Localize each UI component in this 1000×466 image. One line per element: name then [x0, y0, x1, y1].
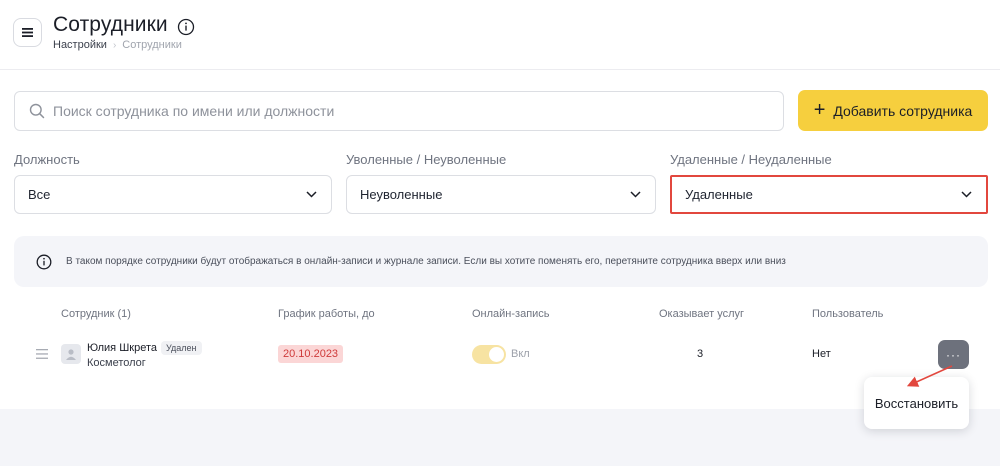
search-field[interactable]: [14, 91, 784, 131]
chevron-down-icon: [306, 191, 317, 198]
filter-deleted-value: Удаленные: [685, 187, 753, 202]
employee-role: Косметолог: [87, 357, 146, 369]
breadcrumb-parent[interactable]: Настройки: [53, 39, 107, 51]
column-header-employee[interactable]: Сотрудник (1): [61, 308, 131, 320]
search-input[interactable]: [53, 103, 753, 119]
info-icon[interactable]: [177, 18, 195, 36]
filter-fired-label: Уволенные / Неуволенные: [346, 152, 507, 167]
table-row[interactable]: Юлия Шкрета Удален Косметолог 20.10.2023…: [14, 330, 988, 380]
page-footer-area: [0, 409, 1000, 466]
breadcrumb: Настройки › Сотрудники: [53, 39, 182, 51]
add-employee-button[interactable]: + Добавить сотрудника: [798, 90, 988, 131]
plus-icon: +: [813, 98, 826, 121]
info-icon: [36, 254, 52, 269]
filter-position-select[interactable]: Все: [14, 175, 332, 214]
page-title: Сотрудники: [53, 13, 168, 36]
user-value: Нет: [812, 348, 831, 360]
menu-button[interactable]: [13, 18, 42, 47]
chevron-down-icon: [630, 191, 641, 198]
avatar: [61, 344, 81, 364]
chevron-down-icon: [961, 191, 972, 198]
info-banner-text: В таком порядке сотрудники будут отображ…: [66, 256, 786, 267]
toggle-knob: [489, 347, 504, 362]
column-header-user[interactable]: Пользователь: [812, 308, 883, 320]
column-header-schedule[interactable]: График работы, до: [278, 308, 375, 320]
schedule-date-badge: 20.10.2023: [278, 345, 344, 363]
online-booking-label: Вкл: [511, 348, 530, 360]
drag-handle-icon[interactable]: [36, 349, 48, 359]
info-banner: В таком порядке сотрудники будут отображ…: [14, 236, 988, 287]
breadcrumb-separator-icon: ›: [112, 39, 117, 51]
annotation-arrow-icon: [906, 365, 953, 387]
page-header: Сотрудники Настройки › Сотрудники: [0, 0, 1000, 70]
search-icon: [29, 103, 45, 119]
filter-deleted-select[interactable]: Удаленные: [670, 175, 988, 214]
filter-deleted-label: Удаленные / Неудаленные: [670, 152, 832, 167]
filter-position-value: Все: [28, 187, 51, 202]
status-badge: Удален: [161, 341, 202, 355]
services-count: 3: [697, 348, 704, 360]
breadcrumb-current: Сотрудники: [122, 39, 182, 51]
add-employee-label: Добавить сотрудника: [833, 102, 973, 119]
column-header-services[interactable]: Оказывает услуг: [659, 308, 744, 320]
menu-icon: [22, 28, 33, 37]
employee-name[interactable]: Юлия Шкрета: [87, 342, 157, 354]
filter-position-label: Должность: [14, 152, 80, 167]
filter-fired-value: Неуволенные: [360, 187, 443, 202]
restore-menu-item[interactable]: Восстановить: [875, 396, 958, 411]
avatar-icon: [66, 349, 76, 360]
filter-fired-select[interactable]: Неуволенные: [346, 175, 656, 214]
online-booking-toggle[interactable]: [472, 345, 506, 364]
column-header-online-booking[interactable]: Онлайн-запись: [472, 308, 550, 320]
